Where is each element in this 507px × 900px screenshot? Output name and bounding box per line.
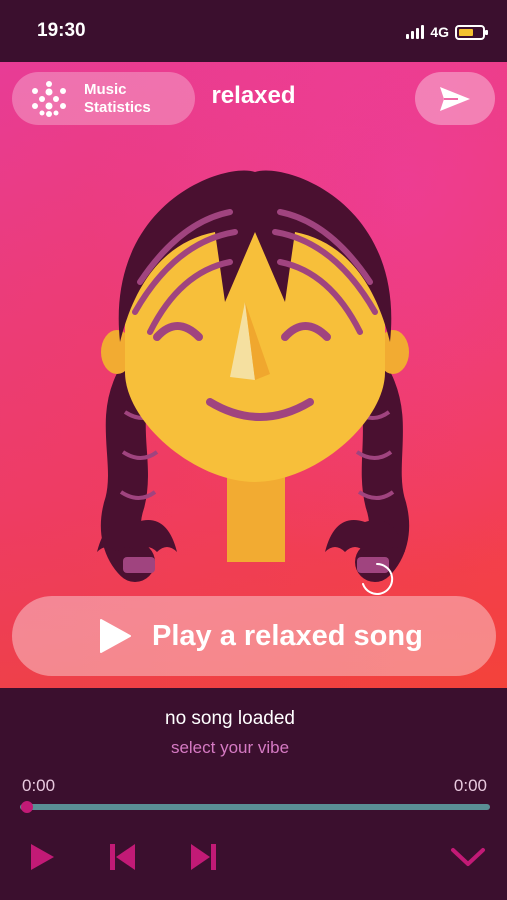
signal-icon (406, 25, 425, 39)
mood-hero: Music Statistics relaxed Play a relaxed … (0, 62, 507, 688)
network-type: 4G (430, 24, 449, 40)
total-duration: 0:00 (453, 776, 487, 795)
smiling-girl-illustration (97, 170, 410, 582)
send-icon (440, 86, 470, 111)
elapsed-time: 0:00 (22, 776, 56, 795)
status-bar: 19:30 4G (0, 0, 507, 62)
status-indicators: 4G (406, 22, 488, 42)
play-button-label: Play a relaxed song (152, 619, 423, 652)
song-title: no song loaded (165, 708, 295, 729)
chevron-down-icon[interactable] (450, 840, 486, 874)
status-time: 19:30 (37, 20, 86, 41)
play-icon (100, 619, 131, 653)
skip-forward-icon[interactable] (188, 840, 218, 874)
skip-back-icon[interactable] (108, 840, 138, 874)
progress-track[interactable] (20, 804, 490, 810)
battery-icon (455, 24, 488, 40)
share-button[interactable] (415, 72, 495, 125)
loading-spinner-icon (362, 562, 394, 595)
progress-thumb[interactable] (21, 801, 33, 813)
song-subtitle: select your vibe (170, 738, 290, 757)
play-icon[interactable] (28, 840, 58, 874)
play-mood-song-button[interactable]: Play a relaxed song (12, 596, 496, 676)
player-panel: no song loaded select your vibe 0:00 0:0… (0, 688, 507, 900)
